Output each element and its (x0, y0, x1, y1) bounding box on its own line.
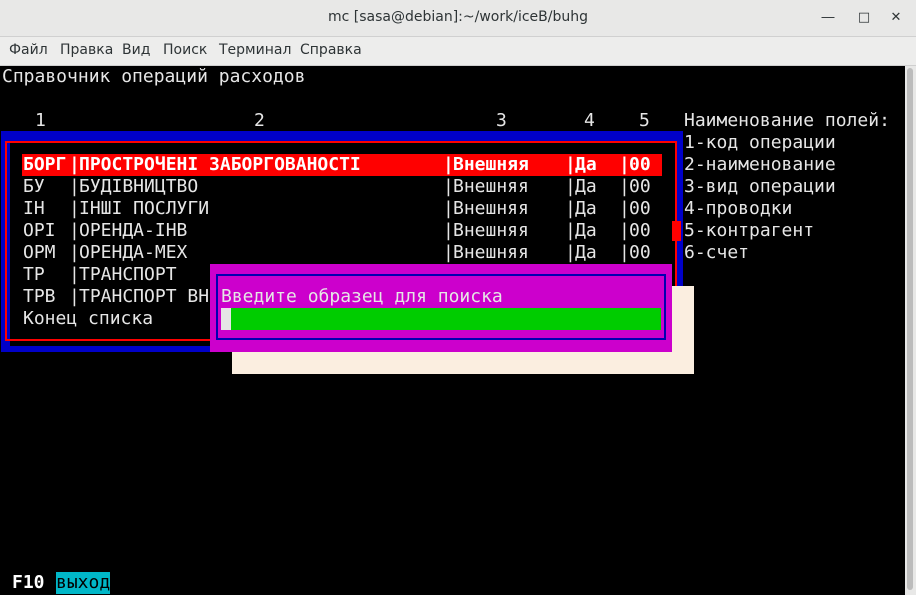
cell-contr: 00 (629, 154, 651, 175)
cell-name: ІНШІ ПОСЛУГИ (79, 198, 210, 219)
column-number-5: 5 (639, 110, 650, 131)
exit-button[interactable]: выход (56, 572, 111, 594)
cell-code: ОРМ (23, 242, 67, 263)
column-number-4: 4 (584, 110, 595, 131)
f10-key[interactable]: F10 (12, 572, 45, 594)
cell-code: ТР (23, 264, 67, 285)
terminal-scrollbar[interactable] (905, 66, 916, 595)
list-scroll-indicator (672, 221, 681, 241)
cell-code: ТРВ (23, 286, 67, 307)
cell-code: БУ (23, 176, 67, 197)
close-button[interactable]: ✕ (886, 8, 906, 28)
cell-name: ТРАНСПОРТ ВН (79, 286, 210, 307)
cell-name: ОРЕНДА-ІНВ (79, 220, 188, 241)
cell-name: ОРЕНДА-МЕХ (79, 242, 188, 263)
cell-contr: 00 (629, 220, 651, 241)
maximize-button[interactable]: □ (854, 8, 874, 28)
cell-kind: Внешняя (453, 154, 529, 175)
menu-view[interactable]: Вид (122, 42, 150, 58)
cell-contr: 00 (629, 176, 651, 197)
cell-posting: Да (575, 198, 597, 219)
fields-title: Наименование полей: (684, 110, 890, 131)
cell-posting: Да (575, 220, 597, 241)
cell-kind: Внешняя (453, 220, 529, 241)
menu-terminal[interactable]: Терминал (219, 42, 291, 58)
field-desc-6: 6-счет (684, 242, 750, 263)
cell-posting: Да (575, 242, 597, 263)
menu-search[interactable]: Поиск (163, 42, 207, 58)
menu-edit[interactable]: Правка (60, 42, 113, 58)
field-desc-5: 5-контрагент (684, 220, 815, 241)
column-number-3: 3 (496, 110, 507, 131)
cell-name: БУДІВНИЦТВО (79, 176, 199, 197)
text-cursor (221, 308, 231, 330)
cell-contr: 00 (629, 198, 651, 219)
cell-name: ТРАНСПОРТ (79, 264, 177, 285)
field-desc-4: 4-проводки (684, 198, 793, 219)
title-bar: mc [sasa@debian]:~/work/iceB/buhg ― □ ✕ (0, 0, 916, 37)
exit-label: выход (56, 572, 111, 593)
search-input[interactable] (231, 308, 661, 330)
window-title: mc [sasa@debian]:~/work/iceB/buhg (328, 9, 588, 25)
cell-kind: Внешняя (453, 176, 529, 197)
screen-heading: Справочник операций расходов (2, 66, 306, 87)
end-of-list-label: Конец списка (23, 308, 154, 329)
cell-code: БОРГ (23, 154, 67, 175)
column-number-2: 2 (254, 110, 265, 131)
menu-bar: Файл Правка Вид Поиск Терминал Справка (0, 37, 916, 66)
cell-kind: Внешняя (453, 198, 529, 219)
cell-posting: Да (575, 176, 597, 197)
field-desc-3: 3-вид операции (684, 176, 836, 197)
minimize-button[interactable]: ― (818, 8, 838, 28)
scrollbar-thumb[interactable] (907, 68, 913, 590)
menu-file[interactable]: Файл (9, 42, 48, 58)
field-desc-2: 2-наименование (684, 154, 836, 175)
cell-name: ПРОСТРОЧЕНІ ЗАБОРГОВАНОСТІ (79, 154, 361, 175)
column-number-1: 1 (35, 110, 46, 131)
cell-contr: 00 (629, 242, 651, 263)
cell-kind: Внешняя (453, 242, 529, 263)
menu-help[interactable]: Справка (300, 42, 362, 58)
cell-code: ОРІ (23, 220, 67, 241)
search-prompt: Введите образец для поиска (221, 286, 503, 307)
cell-posting: Да (575, 154, 597, 175)
cell-code: ІН (23, 198, 67, 219)
field-desc-1: 1-код операции (684, 132, 836, 153)
